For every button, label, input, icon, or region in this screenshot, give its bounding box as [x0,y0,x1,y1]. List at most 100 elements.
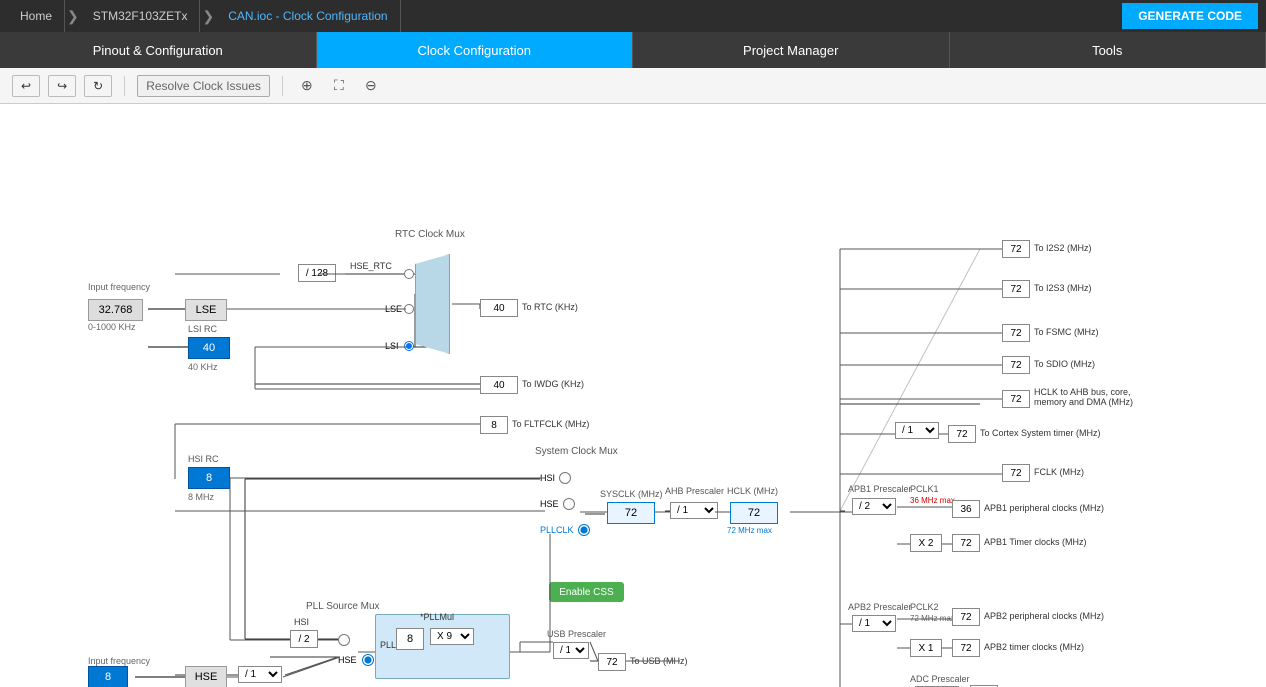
pllmul-label: *PLLMul [420,612,454,622]
hclk-label: HCLK (MHz) [727,486,778,496]
rtc-radio-hse[interactable] [404,269,414,282]
lsi-value-box[interactable]: 40 [188,337,230,359]
sysclk-val-box[interactable]: 72 [607,502,655,524]
apb2-prescaler-label: APB2 Prescaler [848,602,912,612]
x1-box: X 1 [910,639,942,657]
tab-pinout[interactable]: Pinout & Configuration [0,32,317,68]
main-content: Input frequency 32.768 0-1000 KHz LSE LS… [0,104,1266,687]
adc-prescaler-label: ADC Prescaler [910,674,970,684]
pclk2-max: 72 MHz max [910,614,955,623]
div128-box[interactable]: / 128 [298,264,336,282]
to-fli-val-box: 8 [480,416,508,434]
hsi-pll-label: HSI [294,617,309,627]
hse-box[interactable]: HSE [185,666,227,687]
ahb-prescaler-label: AHB Prescaler [665,486,724,496]
apb1-prescaler-select[interactable]: / 2 [852,498,896,515]
hsi-mhz-label: 8 MHz [188,492,214,502]
sys-mux-radios: HSI HSE PLLCLK [540,472,590,536]
hclk-ahb-val: 72 [1002,390,1030,408]
undo-button[interactable]: ↩ [12,75,40,97]
rtc-radio-lse[interactable] [404,304,414,317]
pll-radio-hsi[interactable] [338,634,350,649]
lsi-rc-label: LSI RC [188,324,217,334]
apb1-prescaler-label: APB1 Prescaler [848,484,912,494]
to-usb-label: To USB (MHz) [630,656,688,666]
nav-file[interactable]: CAN.ioc - Clock Configuration [216,0,400,32]
to-i2s3-label: To I2S3 (MHz) [1034,283,1092,293]
sys-radio-pll[interactable]: PLLCLK [540,524,590,536]
tab-bar: Pinout & Configuration Clock Configurati… [0,32,1266,68]
clock-diagram: Input frequency 32.768 0-1000 KHz LSE LS… [0,104,1266,687]
to-rtc-label: To RTC (KHz) [522,302,578,312]
nav-home[interactable]: Home [8,0,65,32]
pll-radio-hse[interactable]: HSE [338,654,374,666]
to-i2s2-val: 72 [1002,240,1030,258]
hse-div-select[interactable]: / 1 [238,666,282,683]
to-iwdg-val-box: 40 [480,376,518,394]
input-freq-bottom-box[interactable]: 8 [88,666,128,687]
apb1-periph-label: APB1 peripheral clocks (MHz) [984,503,1104,513]
cortex-val: 72 [948,425,976,443]
input-freq-bottom-label: Input frequency [88,656,150,666]
sys-radio-hsi[interactable]: HSI [540,472,590,484]
to-fsmc-val: 72 [1002,324,1030,342]
toolbar: ↩ ↪ ↻ Resolve Clock Issues ⊕ ⛶ ⊖ [0,68,1266,104]
apb1-timer-val: 72 [952,534,980,552]
lse-mux-label: LSE [385,304,402,314]
rtc-radio-lsi[interactable] [404,341,414,354]
sys-radio-hse[interactable]: HSE [540,498,590,510]
pll-block-label: PLL [380,640,396,650]
hclk-ahb-label: HCLK to AHB bus, core, memory and DMA (M… [1034,387,1154,407]
to-sdio-val: 72 [1002,356,1030,374]
toolbar-separator2 [282,76,283,96]
x9-select[interactable]: X 9 [430,628,474,645]
fclk-val: 72 [1002,464,1030,482]
rtc-mux-block[interactable] [415,254,450,354]
hclk-max-label: 72 MHz max [727,526,772,535]
fclk-label: FCLK (MHz) [1034,467,1084,477]
pclk1-max: 36 MHz max [910,496,955,505]
enable-css-button[interactable]: Enable CSS [549,582,624,602]
tab-project[interactable]: Project Manager [633,32,950,68]
zoom-out-icon[interactable]: ⊖ [359,74,383,98]
rtc-clock-mux-label: RTC Clock Mux [395,229,465,240]
resolve-clock-button[interactable]: Resolve Clock Issues [137,75,270,97]
ahb-prescaler-select[interactable]: / 1 [670,502,718,519]
x2-box: X 2 [910,534,942,552]
hsi-value-box[interactable]: 8 [188,467,230,489]
toolbar-separator [124,76,125,96]
tab-clock[interactable]: Clock Configuration [317,32,634,68]
hse-rtc-label: HSE_RTC [350,261,392,271]
cortex-div-select[interactable]: / 1 [895,422,939,439]
to-i2s2-label: To I2S2 (MHz) [1034,243,1092,253]
lsi-mux-label: LSI [385,341,399,351]
input-freq-top-box[interactable]: 32.768 [88,299,143,321]
lsi-khz-label: 40 KHz [188,362,218,372]
generate-code-button[interactable]: GENERATE CODE [1122,3,1258,29]
zoom-in-icon[interactable]: ⊕ [295,74,319,98]
fullscreen-icon[interactable]: ⛶ [327,74,351,98]
apb1-periph-val: 36 [952,500,980,518]
tab-tools[interactable]: Tools [950,32,1266,68]
to-fli-label: To FLTFCLK (MHz) [512,419,589,429]
pll-source-mux-label: PLL Source Mux [306,601,380,612]
lse-box[interactable]: LSE [185,299,227,321]
to-usb-val: 72 [598,653,626,671]
pllmul-val[interactable]: 8 [396,628,424,650]
cortex-label: To Cortex System timer (MHz) [980,428,1101,438]
refresh-button[interactable]: ↻ [84,75,112,97]
apb2-timer-val: 72 [952,639,980,657]
div2-hsi-box: / 2 [290,630,318,648]
apb2-prescaler-select[interactable]: / 1 [852,615,896,632]
to-fsmc-label: To FSMC (MHz) [1034,327,1099,337]
redo-button[interactable]: ↪ [48,75,76,97]
pclk2-label: PCLK2 [910,602,939,612]
to-i2s3-val: 72 [1002,280,1030,298]
apb1-timer-label: APB1 Timer clocks (MHz) [984,537,1087,547]
hsi-rc-label: HSI RC [188,454,219,464]
nav-device[interactable]: STM32F103ZETx [81,0,201,32]
apb2-periph-label: APB2 peripheral clocks (MHz) [984,611,1104,621]
hclk-val-box[interactable]: 72 [730,502,778,524]
pclk1-label: PCLK1 [910,484,939,494]
usb-prescaler-select[interactable]: / 1 [553,642,589,659]
